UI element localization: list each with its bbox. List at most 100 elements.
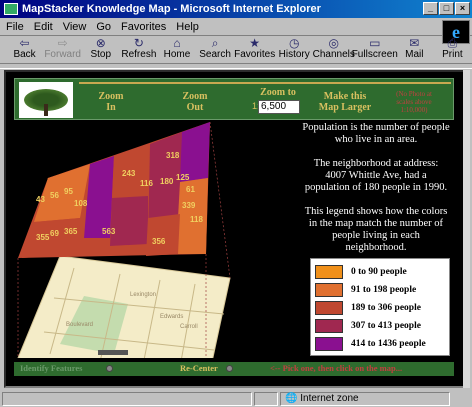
status-bar: 🌐 Internet zone (0, 390, 472, 407)
map-tools-bar: Identify Features Re-Center <-- Pick one… (14, 362, 454, 376)
pop-label: 69 (50, 229, 59, 238)
vertical-scrollbar[interactable] (463, 70, 470, 388)
status-text (2, 391, 252, 406)
legend-label: 0 to 90 people (351, 267, 407, 277)
refresh-button[interactable]: ↻ Refresh (120, 37, 157, 60)
recenter-radio[interactable] (226, 365, 233, 372)
print-icon: ⎙ (447, 36, 458, 50)
pop-label: 118 (190, 215, 203, 224)
pop-label: 339 (182, 201, 196, 210)
menu-bar: File Edit View Go Favorites Help (0, 18, 472, 36)
identify-features-option[interactable]: Identify Features (20, 363, 82, 373)
legend-swatch (315, 283, 343, 297)
identify-radio[interactable] (106, 365, 113, 372)
favorites-button[interactable]: ★ Favorites (234, 36, 275, 60)
menu-help[interactable]: Help (176, 21, 199, 33)
refresh-icon: ↻ (133, 36, 144, 50)
legend-swatch (315, 301, 343, 315)
back-arrow-icon: ⇦ (19, 36, 30, 50)
stop-label: Stop (90, 49, 112, 60)
pick-tool-hint: <-- Pick one, then click on the map... (270, 363, 403, 373)
pop-label: 43 (36, 195, 45, 204)
search-label: Search (199, 49, 231, 60)
security-zone: 🌐 Internet zone (280, 391, 450, 406)
fullscreen-icon: ▭ (369, 36, 381, 50)
channels-label: Channels (312, 49, 355, 60)
menu-favorites[interactable]: Favorites (121, 21, 166, 33)
status-progress (254, 391, 278, 406)
stop-icon: ⊗ (95, 36, 106, 50)
pop-label: 180 (160, 177, 174, 186)
street-label-2: Edwards (160, 314, 183, 320)
pop-label: 61 (186, 185, 195, 194)
pop-label: 318 (166, 151, 180, 160)
mail-button[interactable]: ✉ Mail (396, 37, 433, 60)
street-label-3: Carroll (180, 324, 198, 330)
print-button[interactable]: ⎙ Print (434, 37, 471, 60)
zoom-to-label: Zoom to (260, 87, 296, 98)
refresh-label: Refresh (121, 49, 157, 60)
history-icon: ◷ (288, 36, 300, 50)
pop-label: 563 (102, 227, 116, 236)
fullscreen-button[interactable]: ▭ Fullscreen (351, 36, 398, 60)
pop-label: 56 (50, 191, 59, 200)
legend-swatch (315, 337, 343, 351)
back-button[interactable]: ⇦ Back (6, 37, 43, 60)
zoom-in-button[interactable]: Zoom In (91, 91, 131, 113)
channels-button[interactable]: ◎ Channels (312, 36, 355, 60)
minimize-button[interactable]: _ (423, 2, 438, 15)
favorites-icon: ★ (249, 36, 261, 50)
legend-row: 307 to 413 people (315, 317, 445, 335)
home-icon: ⌂ (173, 36, 181, 50)
legend-label: 189 to 306 people (351, 303, 421, 313)
fullscreen-label: Fullscreen (351, 49, 398, 60)
forward-button[interactable]: ⇨ Forward (44, 37, 81, 60)
photo-scale-note: (No Photo at scales above 1:10,000) (396, 90, 432, 114)
menu-go[interactable]: Go (96, 21, 111, 33)
menu-file[interactable]: File (6, 21, 24, 33)
zoom-out-button[interactable]: Zoom Out (173, 91, 217, 113)
legend-row: 189 to 306 people (315, 299, 445, 317)
print-label: Print (442, 49, 463, 60)
stop-button[interactable]: ⊗ Stop (82, 37, 119, 60)
title-bar: MapStacker Knowledge Map - Microsoft Int… (0, 0, 472, 18)
menu-edit[interactable]: Edit (34, 21, 53, 33)
recenter-option[interactable]: Re-Center (180, 363, 218, 373)
search-icon: ⌕ (211, 36, 219, 50)
legend-label: 91 to 198 people (351, 285, 417, 295)
zone-label: Internet zone (300, 392, 359, 404)
make-map-larger-button[interactable]: Make this Map Larger (317, 91, 373, 113)
population-definition: Population is the number of people who l… (302, 122, 450, 145)
history-label: History (278, 49, 310, 60)
channels-icon: ◎ (328, 36, 339, 50)
legend-label: 307 to 413 people (351, 321, 421, 331)
pop-label: 365 (64, 227, 78, 236)
home-button[interactable]: ⌂ Home (158, 37, 195, 60)
legend-explanation: This legend shows how the colors in the … (304, 206, 448, 253)
legend-swatch (315, 319, 343, 333)
maximize-button[interactable]: □ (439, 2, 454, 15)
forward-arrow-icon: ⇨ (57, 36, 68, 50)
pop-label: 108 (74, 199, 88, 208)
pop-label: 116 (140, 179, 153, 188)
zoom-scale-input[interactable]: 6,500 (258, 100, 300, 114)
menu-view[interactable]: View (63, 21, 87, 33)
close-button[interactable]: × (455, 2, 470, 15)
search-button[interactable]: ⌕ Search (197, 37, 234, 60)
history-button[interactable]: ◷ History (276, 37, 313, 60)
window-title: MapStacker Knowledge Map - Microsoft Int… (22, 3, 321, 15)
forward-label: Forward (44, 49, 81, 60)
legend-row: 414 to 1436 people (315, 335, 445, 353)
pop-label: 355 (36, 233, 50, 242)
pop-label: 95 (64, 187, 73, 196)
legend-row: 0 to 90 people (315, 263, 445, 281)
mail-icon: ✉ (409, 36, 420, 50)
gold-divider (79, 82, 451, 84)
scale-bar (98, 350, 128, 355)
home-label: Home (163, 49, 191, 60)
ie-page-icon (4, 3, 18, 15)
stacked-map[interactable]: Lexington Edwards Carroll Boulevard 43 5… (10, 118, 290, 358)
pop-label: 356 (152, 237, 166, 246)
info-panel: Population is the number of people who l… (302, 122, 450, 266)
neighborhood-population: The neighborhood at address: 4007 Whittl… (304, 158, 448, 193)
